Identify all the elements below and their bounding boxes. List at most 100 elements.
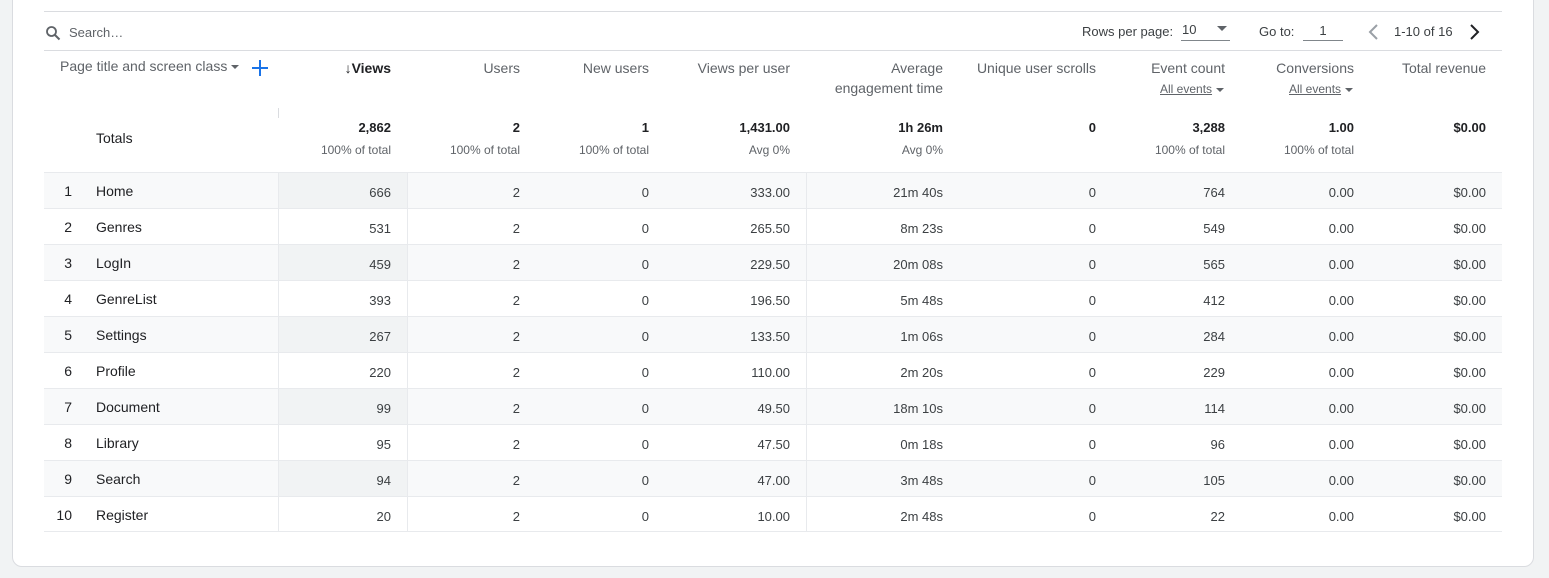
row-page-title[interactable]: Register xyxy=(96,507,148,523)
cell-conversions: 0.00 xyxy=(1328,473,1354,488)
column-divider xyxy=(278,353,279,388)
rows-per-page-value: 10 xyxy=(1182,22,1197,37)
totals-new-users: 1 xyxy=(641,120,649,135)
goto-page-input[interactable] xyxy=(1303,20,1343,41)
totals-views-per-user-sub: Avg 0% xyxy=(748,143,790,157)
cell-views: 531 xyxy=(369,221,391,236)
column-header-users[interactable]: Users xyxy=(420,58,520,78)
cell-new-users: 0 xyxy=(641,437,649,452)
column-divider xyxy=(407,497,408,532)
column-header-views-per-user[interactable]: Views per user xyxy=(660,58,790,78)
table-row[interactable]: 3 LogIn 459 2 0 229.50 20m 08s 0 565 0.00 $0.00 xyxy=(44,244,1502,280)
rows-per-page-select[interactable]: 10 xyxy=(1181,20,1230,41)
cell-unique-scrolls: 0 xyxy=(1088,329,1096,344)
cell-total-revenue: $0.00 xyxy=(1453,221,1486,236)
cell-avg-engagement: 3m 48s xyxy=(900,473,943,488)
column-header-new-users[interactable]: New users xyxy=(549,58,649,78)
cell-conversions: 0.00 xyxy=(1328,185,1354,200)
cell-avg-engagement: 20m 08s xyxy=(893,257,943,272)
cell-avg-engagement: 18m 10s xyxy=(893,401,943,416)
cell-users: 2 xyxy=(512,437,520,452)
table-toolbar: Rows per page: 10 Go to: 1-10 of 16 xyxy=(44,12,1502,50)
cell-total-revenue: $0.00 xyxy=(1453,401,1486,416)
table-row[interactable]: 9 Search 94 2 0 47.00 3m 48s 0 105 0.00 $0.00 xyxy=(44,460,1502,496)
cell-views: 267 xyxy=(369,329,391,344)
row-page-title[interactable]: LogIn xyxy=(96,255,131,271)
cell-total-revenue: $0.00 xyxy=(1453,365,1486,380)
cell-unique-scrolls: 0 xyxy=(1088,221,1096,236)
row-index: 9 xyxy=(64,471,72,487)
dropdown-caret-icon xyxy=(231,65,240,70)
cell-views-per-user: 133.50 xyxy=(750,329,790,344)
cell-conversions: 0.00 xyxy=(1328,509,1354,524)
column-divider xyxy=(407,461,408,496)
column-header-total-revenue[interactable]: Total revenue xyxy=(1370,58,1486,78)
column-divider xyxy=(407,245,408,280)
row-page-title[interactable]: GenreList xyxy=(96,291,157,307)
table-row[interactable]: 6 Profile 220 2 0 110.00 2m 20s 0 229 0.00 $0.00 xyxy=(44,352,1502,388)
row-index: 5 xyxy=(64,327,72,343)
table-row[interactable]: 7 Document 99 2 0 49.50 18m 10s 0 114 0.00 $0.00 xyxy=(44,388,1502,424)
conversions-filter[interactable]: All events xyxy=(1289,82,1354,96)
row-index: 1 xyxy=(64,183,72,199)
row-index: 6 xyxy=(64,363,72,379)
cell-total-revenue: $0.00 xyxy=(1453,329,1486,344)
column-header-event-count[interactable]: Event count xyxy=(1110,58,1225,78)
row-page-title[interactable]: Library xyxy=(96,435,139,451)
rows-per-page-label: Rows per page: xyxy=(1082,24,1174,39)
cell-total-revenue: $0.00 xyxy=(1453,437,1486,452)
table-row[interactable]: 10 Register 20 2 0 10.00 2m 48s 0 22 0.00 $0.00 xyxy=(44,496,1502,532)
cell-total-revenue: $0.00 xyxy=(1453,185,1486,200)
dropdown-caret-icon xyxy=(1345,87,1354,92)
cell-total-revenue: $0.00 xyxy=(1453,509,1486,524)
table-row[interactable]: 4 GenreList 393 2 0 196.50 5m 48s 0 412 0.00 $0.00 xyxy=(44,280,1502,316)
cell-views-per-user: 10.00 xyxy=(757,509,790,524)
conversions-filter-label: All events xyxy=(1289,82,1342,96)
chevron-left-icon[interactable] xyxy=(1364,22,1384,42)
chevron-right-icon[interactable] xyxy=(1464,22,1484,42)
cell-total-revenue: $0.00 xyxy=(1453,257,1486,272)
add-icon[interactable] xyxy=(250,58,270,78)
goto-label: Go to: xyxy=(1259,24,1295,39)
row-page-title[interactable]: Genres xyxy=(96,219,142,235)
cell-total-revenue: $0.00 xyxy=(1453,473,1486,488)
column-header-conversions[interactable]: Conversions xyxy=(1240,58,1354,78)
cell-conversions: 0.00 xyxy=(1328,221,1354,236)
cell-views-per-user: 110.00 xyxy=(751,365,790,380)
column-header-views[interactable]: ↓Views xyxy=(291,58,391,78)
column-divider xyxy=(278,461,279,496)
table-row[interactable]: 5 Settings 267 2 0 133.50 1m 06s 0 284 0.00 $0.00 xyxy=(44,316,1502,352)
column-divider xyxy=(278,425,279,460)
event-count-filter[interactable]: All events xyxy=(1160,82,1225,96)
column-header-avg-engagement[interactable]: Average engagement time xyxy=(800,58,943,98)
cell-new-users: 0 xyxy=(641,329,649,344)
cell-avg-engagement: 1m 06s xyxy=(900,329,943,344)
cell-event-count: 764 xyxy=(1203,185,1225,200)
cell-new-users: 0 xyxy=(641,473,649,488)
table-row[interactable]: 8 Library 95 2 0 47.50 0m 18s 0 96 0.00 $0.00 xyxy=(44,424,1502,460)
row-page-title[interactable]: Profile xyxy=(96,363,136,379)
row-page-title[interactable]: Search xyxy=(96,471,140,487)
search-icon xyxy=(46,26,61,41)
cell-unique-scrolls: 0 xyxy=(1088,293,1096,308)
column-divider xyxy=(407,173,408,208)
table-row[interactable]: 2 Genres 531 2 0 265.50 8m 23s 0 549 0.00 $0.00 xyxy=(44,208,1502,244)
avg-engagement-line1: Average xyxy=(891,60,943,76)
dimension-column-header[interactable]: Page title and screen class xyxy=(60,58,240,74)
row-page-title[interactable]: Document xyxy=(96,399,160,415)
row-page-title[interactable]: Settings xyxy=(96,327,147,343)
cell-conversions: 0.00 xyxy=(1328,293,1354,308)
cell-views-per-user: 47.50 xyxy=(757,437,790,452)
cell-event-count: 412 xyxy=(1203,293,1225,308)
column-header-unique-scrolls[interactable]: Unique user scrolls xyxy=(955,58,1096,78)
table-row[interactable]: 1 Home 666 2 0 333.00 21m 40s 0 764 0.00 $0.00 xyxy=(44,172,1502,208)
cell-views: 220 xyxy=(369,365,391,380)
row-index: 2 xyxy=(64,219,72,235)
cell-views-per-user: 265.50 xyxy=(750,221,790,236)
search-input[interactable] xyxy=(69,22,369,42)
cell-users: 2 xyxy=(512,401,520,416)
cell-unique-scrolls: 0 xyxy=(1088,185,1096,200)
row-page-title[interactable]: Home xyxy=(96,183,133,199)
event-count-filter-label: All events xyxy=(1160,82,1213,96)
cell-views: 99 xyxy=(376,401,391,416)
